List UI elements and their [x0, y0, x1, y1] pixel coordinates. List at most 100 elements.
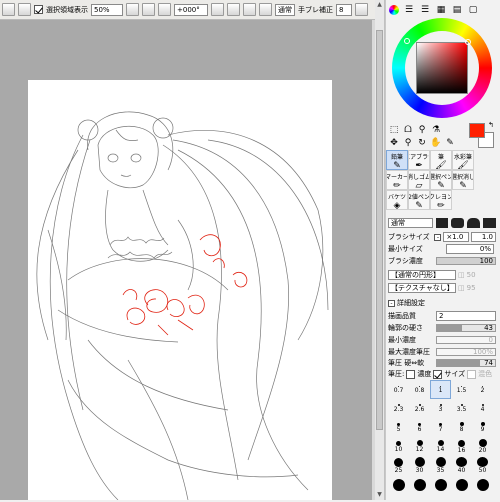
zoom-in-button[interactable]: [142, 3, 155, 16]
brush-size-preset[interactable]: 16: [451, 437, 472, 456]
blend-checkbox[interactable]: [467, 369, 477, 379]
mixer-tab-icon[interactable]: ▤: [451, 4, 463, 16]
invert-selection-button[interactable]: [18, 3, 31, 16]
shape-soft-icon[interactable]: [467, 218, 481, 228]
panel-scroll-thumb[interactable]: [376, 30, 383, 430]
tool-2[interactable]: 筆 🖌: [430, 150, 452, 170]
brush-size-preset[interactable]: 9: [472, 418, 493, 437]
brush-size-preset[interactable]: 10: [388, 437, 409, 456]
eyedropper-icon[interactable]: ⚗: [430, 124, 442, 136]
brush-size-preset[interactable]: 35: [430, 456, 451, 475]
shape-round-icon[interactable]: [451, 218, 465, 228]
pressure-slider[interactable]: 74: [436, 359, 496, 367]
shape-flat-icon[interactable]: [435, 218, 449, 228]
stabilizer-dropdown[interactable]: [355, 3, 368, 16]
lasso-icon[interactable]: ᗝ: [402, 124, 414, 136]
shape-flat2-icon[interactable]: [483, 218, 497, 228]
brush-size-multiplier[interactable]: ×1.0: [443, 232, 469, 242]
tool-6[interactable]: 消しゴム ▱: [408, 170, 430, 190]
rotation-field[interactable]: +000°: [174, 3, 208, 16]
min-density-slider[interactable]: 0: [436, 336, 496, 344]
brush-size-preset[interactable]: 2.6: [409, 399, 430, 418]
brush-blend-select[interactable]: 通常: [388, 218, 433, 228]
deselect-button[interactable]: [2, 3, 15, 16]
tool-1[interactable]: エアブラシ✒: [408, 150, 430, 170]
brush-size-preset[interactable]: 6: [409, 418, 430, 437]
tool-5[interactable]: マーカー ✏: [386, 170, 408, 190]
hsv-slider-tab-icon[interactable]: ☰: [419, 4, 431, 16]
brush-size-preset[interactable]: 7: [430, 418, 451, 437]
tool-3[interactable]: 水彩筆 🖌: [452, 150, 474, 170]
tool-11[interactable]: 2値ペン ✎: [408, 190, 430, 210]
scroll-down-icon[interactable]: ▼: [376, 491, 383, 499]
brush-size-preset[interactable]: [472, 475, 493, 494]
rotate-left-button[interactable]: [211, 3, 224, 16]
swap-colors-icon[interactable]: ↰: [488, 121, 494, 129]
brush-size-preset[interactable]: 3.5: [451, 399, 472, 418]
blend-mode-field[interactable]: 通常: [275, 3, 295, 16]
brush-size-preset[interactable]: 2.3: [388, 399, 409, 418]
flip-button[interactable]: [259, 3, 272, 16]
tool-12[interactable]: クレヨン ✏: [430, 190, 452, 210]
brush-size-preset[interactable]: 20: [472, 437, 493, 456]
brush-size-toggle[interactable]: -: [434, 233, 442, 241]
brush-size-preset[interactable]: 0.8: [409, 380, 430, 399]
brush-size-preset[interactable]: [430, 475, 451, 494]
color-wheel-tab-icon[interactable]: [389, 5, 399, 15]
brush-size-preset[interactable]: 1: [430, 380, 451, 399]
detail-settings-header[interactable]: - 詳細設定: [388, 298, 425, 308]
quality-select[interactable]: 2: [436, 311, 496, 321]
brush-shape-select[interactable]: 【通常の円形】: [388, 270, 456, 280]
picker-icon[interactable]: ✎: [444, 137, 456, 149]
show-selection-checkbox[interactable]: [34, 5, 43, 14]
brush-size-preset[interactable]: 40: [451, 456, 472, 475]
stabilizer-field[interactable]: 8: [336, 3, 352, 16]
zoom-out-button[interactable]: [126, 3, 139, 16]
brush-size-preset[interactable]: 50: [472, 456, 493, 475]
canvas-paper[interactable]: [28, 80, 332, 501]
zoom-reset-button[interactable]: [158, 3, 171, 16]
brush-size-preset[interactable]: 3: [430, 399, 451, 418]
hand-icon[interactable]: ✋: [430, 137, 442, 149]
scratchpad-tab-icon[interactable]: ▢: [467, 4, 479, 16]
brush-size-preset[interactable]: 0.7: [388, 380, 409, 399]
brush-texture-select[interactable]: 【テクスチャなし】: [388, 283, 456, 293]
brush-size-preset[interactable]: 5: [388, 418, 409, 437]
panel-scrollbar[interactable]: ▲ ▼: [375, 0, 385, 500]
brush-density-slider[interactable]: 100: [436, 257, 496, 265]
size-checkbox[interactable]: [433, 369, 443, 379]
brush-size-preset[interactable]: 14: [430, 437, 451, 456]
brush-size-preset[interactable]: 4: [472, 399, 493, 418]
max-pressure-slider[interactable]: 100%: [436, 348, 496, 356]
tool-10[interactable]: バケツ ◈: [386, 190, 408, 210]
swatch-tab-icon[interactable]: ▦: [435, 4, 447, 16]
brush-size-preset[interactable]: 25: [388, 456, 409, 475]
tool-0[interactable]: 鉛筆 ✎: [386, 150, 408, 170]
main-color-swatch[interactable]: [469, 123, 485, 138]
rgb-slider-tab-icon[interactable]: ☰: [403, 4, 415, 16]
hardness-slider[interactable]: 43: [436, 324, 496, 332]
tool-7[interactable]: 選択ペン ✎: [430, 170, 452, 190]
rotate-icon[interactable]: ↻: [416, 137, 428, 149]
brush-size-preset[interactable]: 30: [409, 456, 430, 475]
scroll-up-icon[interactable]: ▲: [376, 1, 383, 9]
brush-size-preset[interactable]: 12: [409, 437, 430, 456]
canvas-area[interactable]: [0, 20, 375, 501]
tool-8[interactable]: 選択消し ✎: [452, 170, 474, 190]
min-size-field[interactable]: 0%: [446, 244, 494, 254]
rotate-reset-button[interactable]: [243, 3, 256, 16]
brush-size-preset[interactable]: [388, 475, 409, 494]
brush-size-preset[interactable]: 2: [472, 380, 493, 399]
detail-collapse-icon[interactable]: -: [388, 299, 395, 307]
brush-size-preset[interactable]: 8: [451, 418, 472, 437]
rect-select-icon[interactable]: ⬚: [388, 124, 400, 136]
rotate-right-button[interactable]: [227, 3, 240, 16]
move-icon[interactable]: ✥: [388, 137, 400, 149]
zoom-icon[interactable]: ⚲: [402, 137, 414, 149]
saturation-value-square[interactable]: [416, 42, 468, 94]
brush-size-preset[interactable]: [409, 475, 430, 494]
brush-size-preset[interactable]: [451, 475, 472, 494]
magic-wand-icon[interactable]: ⚲: [416, 124, 428, 136]
brush-size-field[interactable]: 1.0: [470, 232, 496, 242]
zoom-field[interactable]: 50%: [91, 3, 123, 16]
